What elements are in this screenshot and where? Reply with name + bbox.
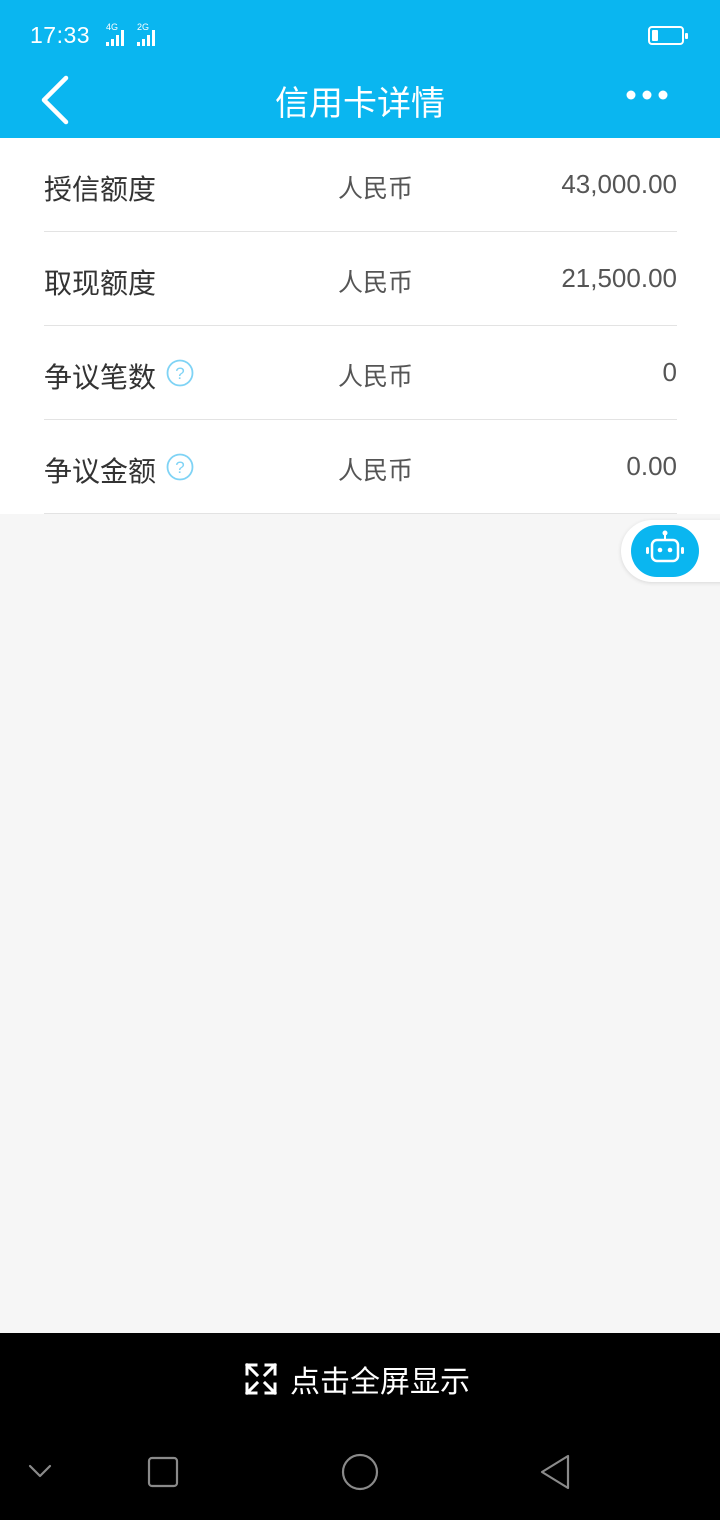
more-button[interactable] [616,78,678,114]
help-icon[interactable]: ? [166,359,194,387]
svg-text:?: ? [175,458,184,477]
fullscreen-button[interactable]: 点击全屏显示 [244,1359,470,1400]
assistant-button[interactable] [631,525,699,577]
assistant-tab [621,520,720,582]
list-item: 争议笔数 ? 人民币 0 [44,326,677,420]
row-value: 0.00 [626,451,677,481]
nav-back-button[interactable] [536,1453,576,1497]
square-icon [147,1456,179,1488]
chevron-down-icon [28,1464,52,1478]
fullscreen-bar: 点击全屏显示 [0,1333,720,1423]
expand-arrows-icon [244,1362,278,1396]
row-label: 争议金额 [44,455,157,488]
nav-recents-button[interactable] [146,1455,180,1493]
page-title: 信用卡详情 [275,84,445,124]
battery-icon [648,26,688,45]
circle-icon [341,1453,379,1491]
header: 信用卡详情 [0,64,720,138]
help-icon[interactable]: ? [166,453,194,481]
row-label: 取现额度 [44,267,157,300]
more-horizontal-icon [626,90,668,100]
credit-detail-list: 授信额度 人民币 43,000.00 取现额度 人民币 21,500.00 争议… [0,138,720,514]
row-value: 43,000.00 [561,169,677,199]
status-time: 17:33 [30,22,91,48]
row-label: 争议笔数 [44,361,157,394]
fullscreen-label: 点击全屏显示 [290,1365,470,1400]
nav-hide-button[interactable] [22,1457,58,1489]
row-currency: 人民币 [338,362,414,391]
svg-text:?: ? [175,364,184,383]
list-item: 取现额度 人民币 21,500.00 [44,232,677,326]
row-currency: 人民币 [338,268,414,297]
system-nav-bar [0,1423,720,1520]
nav-home-button[interactable] [340,1453,380,1497]
row-currency: 人民币 [338,174,414,203]
row-label: 授信额度 [44,173,157,206]
list-item: 授信额度 人民币 43,000.00 [44,138,677,232]
signal-icon [106,30,124,46]
status-bar: 17:33 4G 2G [0,0,720,64]
robot-icon [646,530,684,563]
triangle-back-icon [540,1454,570,1490]
list-item: 争议金额 ? 人民币 0.00 [44,420,677,514]
signal-icon [137,30,155,46]
row-value: 0 [662,357,677,387]
row-currency: 人民币 [338,456,414,485]
battery-level [652,30,658,41]
row-value: 21,500.00 [561,263,677,293]
